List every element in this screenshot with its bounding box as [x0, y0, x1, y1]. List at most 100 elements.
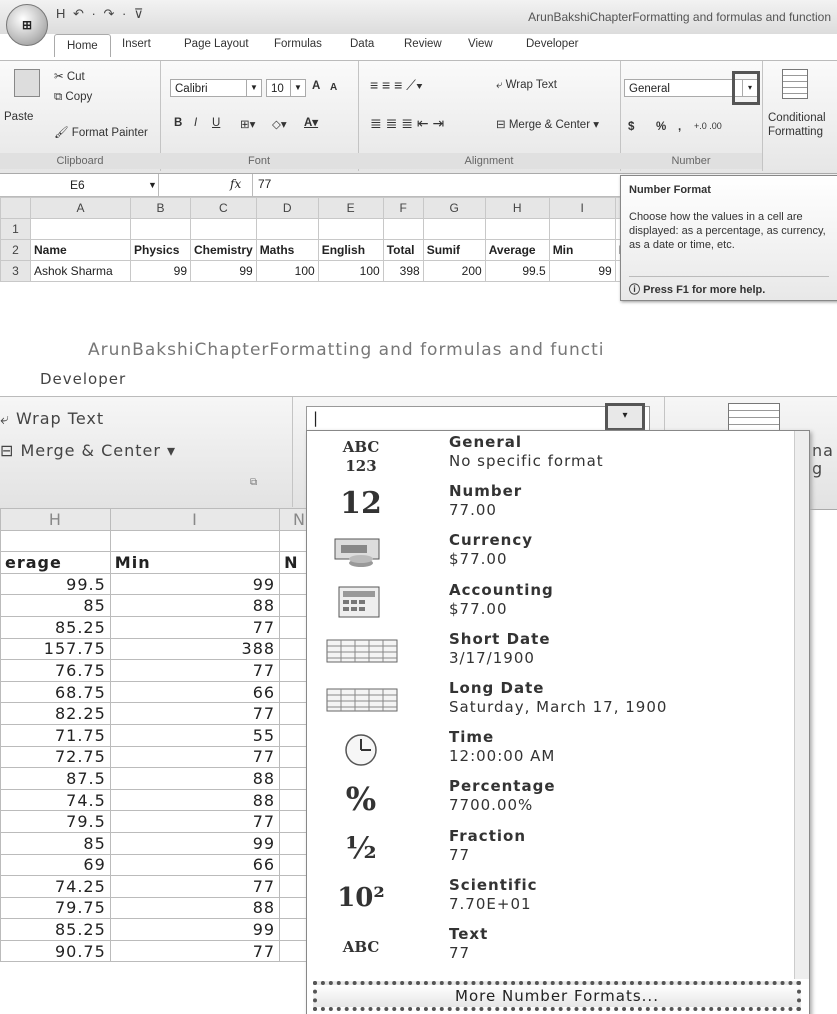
format-painter-button[interactable]: 🖌 Format Painter: [54, 125, 148, 139]
cell[interactable]: 55: [109, 723, 281, 747]
shrink-font-button[interactable]: A: [330, 82, 337, 93]
cell[interactable]: 85: [0, 594, 111, 617]
cell[interactable]: [422, 218, 486, 240]
cell[interactable]: English: [317, 239, 384, 261]
cell[interactable]: 66: [109, 680, 281, 704]
chevron-down-icon[interactable]: ▼: [290, 79, 305, 97]
cell[interactable]: 79.75: [0, 896, 111, 920]
cell[interactable]: 99: [130, 260, 191, 282]
paste-button[interactable]: Paste: [4, 111, 33, 123]
cell[interactable]: 68.75: [0, 680, 111, 704]
tab-developer-zoomed[interactable]: Developer: [40, 370, 126, 388]
format-option-fraction[interactable]: ½ Fraction 77: [307, 825, 807, 874]
column-header[interactable]: H: [484, 197, 550, 219]
cut-button[interactable]: ✂ Cut: [54, 69, 85, 83]
select-all-corner[interactable]: [0, 197, 31, 219]
formatting-partial[interactable]: g: [812, 459, 823, 478]
cell[interactable]: [130, 218, 191, 240]
column-header[interactable]: C: [190, 197, 257, 219]
column-header[interactable]: B: [130, 197, 191, 219]
column-header[interactable]: E: [317, 197, 384, 219]
cell[interactable]: 85.25: [0, 615, 111, 639]
format-option-number[interactable]: 12 Number 77.00: [307, 480, 807, 529]
cell[interactable]: 100: [317, 260, 384, 282]
cell[interactable]: 200: [422, 260, 486, 282]
cell[interactable]: 99: [190, 260, 257, 282]
cell[interactable]: 77: [109, 810, 281, 833]
conditional-formatting-partial[interactable]: na: [812, 441, 834, 460]
cell[interactable]: 99: [109, 918, 281, 941]
conditional-formatting-button[interactable]: Conditional Formatting: [768, 111, 837, 139]
borders-icon[interactable]: ⊞▾: [240, 117, 255, 131]
chevron-down-icon[interactable]: ▾: [605, 403, 645, 431]
cell[interactable]: 79.5: [0, 810, 111, 833]
fx-icon[interactable]: fx: [230, 177, 241, 191]
cell[interactable]: Name: [30, 239, 131, 261]
row-header[interactable]: 2: [0, 239, 31, 261]
comma-button[interactable]: ,: [678, 121, 681, 133]
copy-button[interactable]: ⧉ Copy: [54, 91, 92, 104]
italic-button[interactable]: I: [194, 117, 197, 129]
cell[interactable]: Maths: [255, 239, 319, 261]
cell[interactable]: [484, 218, 550, 240]
cell[interactable]: Total: [382, 239, 424, 261]
tab-page-layout[interactable]: Page Layout: [184, 38, 249, 50]
cell[interactable]: Physics: [130, 239, 191, 261]
cell[interactable]: 74.25: [0, 875, 111, 898]
font-name-combo[interactable]: Calibri ▼: [170, 79, 262, 97]
merge-center-button[interactable]: ⊟ Merge & Center ▾: [496, 117, 599, 131]
cell[interactable]: [0, 529, 111, 553]
format-option-scientific[interactable]: 10² Scientific 7.70E+01: [307, 874, 807, 923]
cell[interactable]: [548, 218, 616, 240]
align-top-icons[interactable]: ≡ ≡ ≡ ⟋▾: [370, 77, 423, 94]
column-header[interactable]: F: [382, 197, 424, 219]
cell[interactable]: 99.5: [484, 260, 550, 282]
format-option-general[interactable]: ABC 123 General No specific format: [307, 431, 807, 480]
cell[interactable]: [382, 218, 424, 240]
cell[interactable]: 77: [109, 939, 281, 963]
column-header[interactable]: I: [109, 508, 281, 531]
format-option-percentage[interactable]: % Percentage 7700.00%: [307, 775, 807, 824]
format-option-short-date[interactable]: Short Date 3/17/1900: [307, 628, 807, 677]
row-header[interactable]: 3: [0, 260, 31, 282]
tab-insert[interactable]: Insert: [122, 38, 151, 50]
row-header[interactable]: 1: [0, 218, 31, 240]
wrap-text-button[interactable]: ⤶ Wrap Text: [496, 79, 557, 92]
cell[interactable]: Sumif: [422, 239, 486, 261]
fill-color-icon[interactable]: ◇▾: [272, 117, 287, 131]
column-header[interactable]: H: [0, 508, 111, 531]
format-option-text[interactable]: ABC Text 77: [307, 923, 807, 972]
cell[interactable]: Min: [548, 239, 616, 261]
format-option-currency[interactable]: Currency $77.00: [307, 529, 807, 578]
cell[interactable]: [255, 218, 319, 240]
dialog-launcher-icon[interactable]: ⧉: [250, 477, 258, 488]
cell[interactable]: 71.75: [0, 723, 111, 747]
percent-button[interactable]: %: [656, 121, 666, 133]
format-option-time[interactable]: Time 12:00:00 AM: [307, 726, 807, 775]
cell[interactable]: 82.25: [0, 702, 111, 725]
chevron-down-icon[interactable]: ▼: [148, 174, 157, 196]
cell[interactable]: 99.5: [0, 572, 111, 596]
cell[interactable]: 77: [109, 875, 281, 898]
cell[interactable]: 88: [109, 767, 281, 790]
cell[interactable]: [109, 529, 281, 553]
cell[interactable]: 69: [0, 853, 111, 877]
number-format-combo-zoomed[interactable]: | ▾: [306, 403, 650, 432]
format-option-accounting[interactable]: Accounting $77.00: [307, 579, 807, 628]
merge-center-button-zoomed[interactable]: ⊟ Merge & Center ▾: [0, 441, 176, 460]
more-number-formats-button[interactable]: More Number Formats...: [313, 981, 801, 1011]
cell[interactable]: 88: [109, 788, 281, 812]
cell[interactable]: Ashok Sharma: [30, 260, 131, 282]
cell[interactable]: 77: [109, 745, 281, 769]
cell[interactable]: 85.25: [0, 918, 111, 941]
column-header[interactable]: I: [548, 197, 616, 219]
conditional-formatting-icon[interactable]: [782, 69, 808, 99]
font-size-combo[interactable]: 10 ▼: [266, 79, 306, 97]
tab-data[interactable]: Data: [350, 38, 374, 50]
tab-home[interactable]: Home: [54, 34, 111, 57]
underline-button[interactable]: U: [212, 117, 220, 129]
cell[interactable]: 388: [109, 637, 281, 661]
tab-review[interactable]: Review: [404, 38, 442, 50]
header-cell[interactable]: erage: [0, 551, 111, 574]
column-header[interactable]: A: [30, 197, 131, 219]
